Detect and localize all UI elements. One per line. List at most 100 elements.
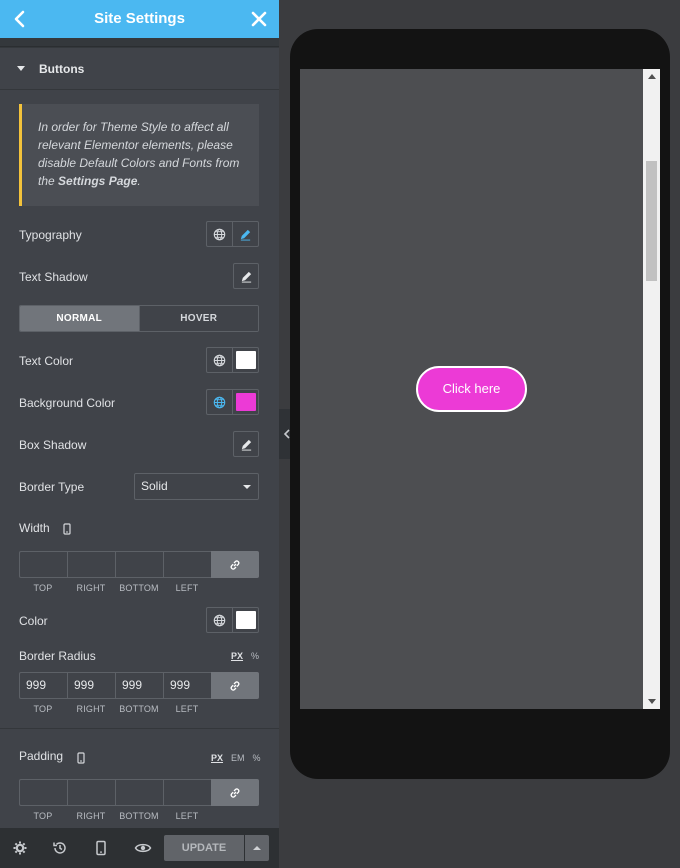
border-type-value: Solid	[141, 479, 168, 493]
color-label: Color	[19, 614, 48, 628]
padding-label: Padding	[19, 749, 64, 763]
unit-em[interactable]: EM	[231, 753, 245, 763]
dim-label-bottom: BOTTOM	[119, 811, 159, 821]
tab-hover[interactable]: HOVER	[138, 306, 258, 331]
box-shadow-edit-button[interactable]	[233, 431, 259, 457]
border-color-controls	[206, 607, 259, 633]
dim-label-left: LEFT	[175, 704, 199, 714]
text-shadow-label: Text Shadow	[19, 270, 88, 284]
chevron-down-icon	[243, 485, 251, 489]
tab-normal[interactable]: NORMAL	[20, 306, 139, 331]
width-left-input[interactable]	[163, 551, 211, 578]
text-color-label: Text Color	[19, 354, 74, 368]
globe-icon	[213, 354, 226, 366]
text-color-swatch[interactable]	[232, 348, 258, 372]
background-color-swatch[interactable]	[232, 390, 258, 414]
update-button[interactable]: UPDATE	[164, 835, 244, 861]
caret-up-icon	[253, 846, 261, 850]
unit-px[interactable]: PX	[211, 753, 223, 763]
padding-bottom-input[interactable]	[115, 779, 163, 806]
width-label: Width	[19, 521, 50, 535]
theme-style-notice: In order for Theme Style to affect all r…	[19, 104, 259, 206]
border-color-swatch[interactable]	[232, 608, 258, 632]
section-divider	[0, 728, 279, 729]
eye-icon[interactable]	[134, 839, 152, 857]
width-top-input[interactable]	[19, 551, 67, 578]
mobile-icon[interactable]	[92, 839, 110, 857]
unit-px[interactable]: PX	[231, 651, 243, 661]
dim-label-bottom: BOTTOM	[119, 704, 159, 714]
background-color-global-button[interactable]	[207, 390, 232, 414]
radius-left-input[interactable]: 999	[163, 672, 211, 699]
width-dimension-labels: TOP RIGHT BOTTOM LEFT	[19, 583, 211, 593]
globe-icon	[213, 396, 226, 408]
padding-link-button[interactable]	[211, 779, 259, 806]
mobile-icon[interactable]	[63, 523, 71, 535]
editor-panel: Site Settings Buttons In order for Theme…	[0, 0, 279, 868]
dim-label-left: LEFT	[175, 811, 199, 821]
padding-units: PX EM %	[211, 753, 261, 763]
dim-label-right: RIGHT	[76, 583, 106, 593]
header-strip	[0, 38, 279, 47]
padding-inputs	[19, 779, 259, 806]
unit-percent[interactable]: %	[251, 651, 259, 661]
text-color-global-button[interactable]	[207, 348, 232, 372]
border-color-global-button[interactable]	[207, 608, 232, 632]
panel-content: Buttons In order for Theme Style to affe…	[0, 48, 279, 828]
link-icon	[230, 787, 240, 798]
radius-right-input[interactable]: 999	[67, 672, 115, 699]
globe-icon	[213, 614, 226, 626]
padding-top-input[interactable]	[19, 779, 67, 806]
caret-down-icon	[17, 66, 25, 71]
preview-scrollbar[interactable]	[643, 69, 660, 709]
notice-text-end: .	[137, 174, 141, 188]
background-color-controls	[206, 389, 259, 415]
padding-dimension-labels: TOP RIGHT BOTTOM LEFT	[19, 811, 211, 821]
text-color-controls	[206, 347, 259, 373]
preview-click-here-button[interactable]: Click here	[416, 366, 527, 412]
border-type-select[interactable]: Solid	[134, 473, 259, 500]
dim-label-top: TOP	[33, 811, 53, 821]
text-shadow-edit-button[interactable]	[233, 263, 259, 289]
width-inputs	[19, 551, 259, 578]
section-title: Buttons	[39, 62, 85, 76]
link-icon	[230, 559, 240, 570]
typography-global-button[interactable]	[207, 222, 232, 246]
scrollbar-thumb[interactable]	[646, 161, 657, 281]
radius-top-input[interactable]: 999	[19, 672, 67, 699]
panel-header: Site Settings	[0, 0, 279, 38]
mobile-icon[interactable]	[77, 752, 85, 764]
pencil-icon	[241, 439, 251, 451]
pencil-icon	[241, 271, 251, 283]
close-icon[interactable]	[249, 9, 269, 29]
dim-label-bottom: BOTTOM	[119, 583, 159, 593]
width-bottom-input[interactable]	[115, 551, 163, 578]
radius-link-button[interactable]	[211, 672, 259, 699]
globe-icon	[213, 228, 226, 240]
typography-edit-button[interactable]	[232, 222, 258, 246]
dim-label-left: LEFT	[175, 583, 199, 593]
width-link-button[interactable]	[211, 551, 259, 578]
dim-label-right: RIGHT	[76, 704, 106, 714]
border-radius-units: PX %	[231, 651, 259, 661]
radius-bottom-input[interactable]: 999	[115, 672, 163, 699]
typography-label: Typography	[19, 228, 82, 242]
link-icon	[230, 680, 240, 691]
update-options-button[interactable]	[245, 835, 269, 861]
settings-page-link[interactable]: Settings Page	[58, 174, 137, 188]
section-toggle-buttons[interactable]: Buttons	[0, 48, 279, 90]
history-icon[interactable]	[51, 839, 69, 857]
scroll-up-icon[interactable]	[648, 74, 656, 79]
gear-icon[interactable]	[11, 839, 29, 857]
unit-percent[interactable]: %	[253, 753, 261, 763]
color-swatch	[235, 611, 256, 629]
scroll-down-icon[interactable]	[648, 699, 656, 704]
width-right-input[interactable]	[67, 551, 115, 578]
border-radius-label: Border Radius	[19, 649, 96, 663]
panel-title: Site Settings	[94, 10, 185, 27]
box-shadow-label: Box Shadow	[19, 438, 87, 452]
padding-right-input[interactable]	[67, 779, 115, 806]
pencil-icon	[241, 229, 251, 241]
padding-left-input[interactable]	[163, 779, 211, 806]
background-color-label: Background Color	[19, 396, 116, 410]
